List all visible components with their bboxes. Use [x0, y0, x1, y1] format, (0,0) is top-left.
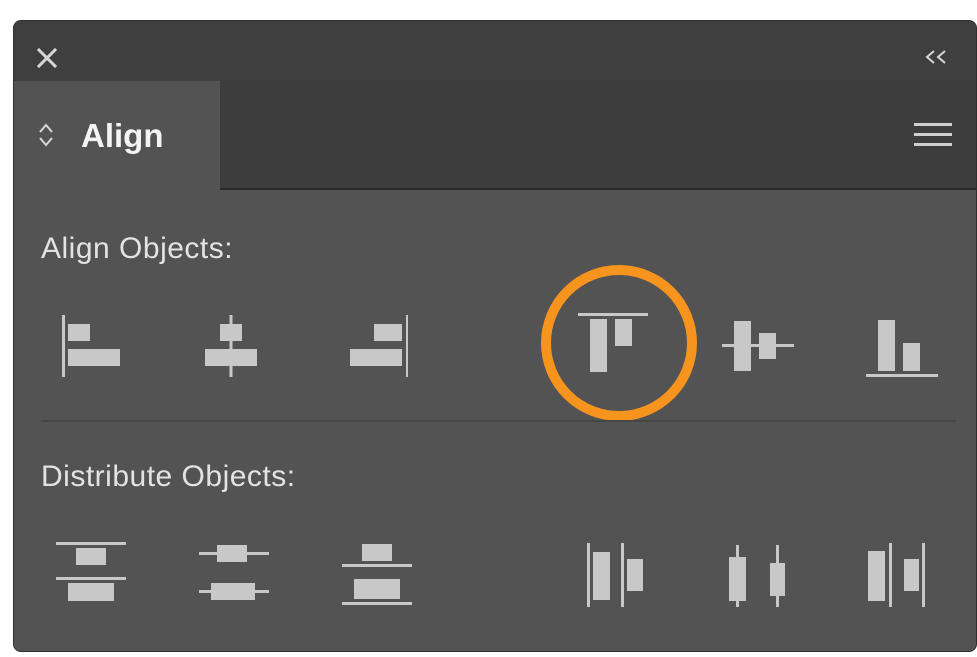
double-chevron-left-icon[interactable] — [922, 47, 950, 67]
tab-bar: Align — [14, 81, 976, 190]
horizontal-align-right-icon — [350, 315, 408, 377]
vertical-align-top-icon — [578, 313, 648, 372]
section-divider — [41, 420, 956, 422]
close-icon[interactable] — [34, 45, 60, 71]
horizontal-align-left-icon — [62, 315, 120, 377]
vertical-align-center-button[interactable] — [722, 310, 794, 382]
vertical-distribute-center-button[interactable] — [197, 539, 269, 611]
vertical-distribute-bottom-button[interactable] — [340, 539, 412, 611]
vertical-distribute-center-icon — [199, 545, 269, 600]
horizontal-align-right-button[interactable] — [336, 310, 408, 382]
align-panel: Align Align Objects: Distribute Objects: — [13, 20, 977, 652]
horizontal-distribute-center-button[interactable] — [722, 539, 794, 611]
vertical-align-bottom-icon — [866, 320, 938, 377]
horizontal-distribute-left-button[interactable] — [581, 539, 653, 611]
horizontal-align-left-button[interactable] — [50, 310, 122, 382]
panel-title-bar[interactable] — [14, 21, 976, 81]
distribute-objects-label: Distribute Objects: — [41, 460, 296, 493]
align-objects-label: Align Objects: — [41, 232, 234, 265]
vertical-align-bottom-button[interactable] — [866, 310, 938, 382]
horizontal-distribute-right-button[interactable] — [862, 539, 934, 611]
horizontal-align-center-button[interactable] — [195, 310, 267, 382]
horizontal-distribute-left-icon — [587, 543, 643, 607]
vertical-align-center-icon — [722, 321, 794, 371]
hamburger-menu-icon[interactable] — [914, 121, 952, 149]
vertical-distribute-bottom-icon — [342, 544, 412, 605]
vertical-distribute-top-icon — [56, 542, 126, 601]
vertical-align-top-button[interactable] — [576, 310, 648, 382]
horizontal-distribute-right-icon — [868, 543, 925, 607]
up-down-arrows-icon[interactable] — [36, 121, 56, 149]
vertical-distribute-top-button[interactable] — [54, 539, 126, 611]
horizontal-align-center-icon — [205, 315, 257, 377]
tab-align[interactable]: Align — [14, 81, 220, 190]
tab-label: Align — [81, 117, 164, 154]
horizontal-distribute-center-icon — [729, 545, 785, 607]
